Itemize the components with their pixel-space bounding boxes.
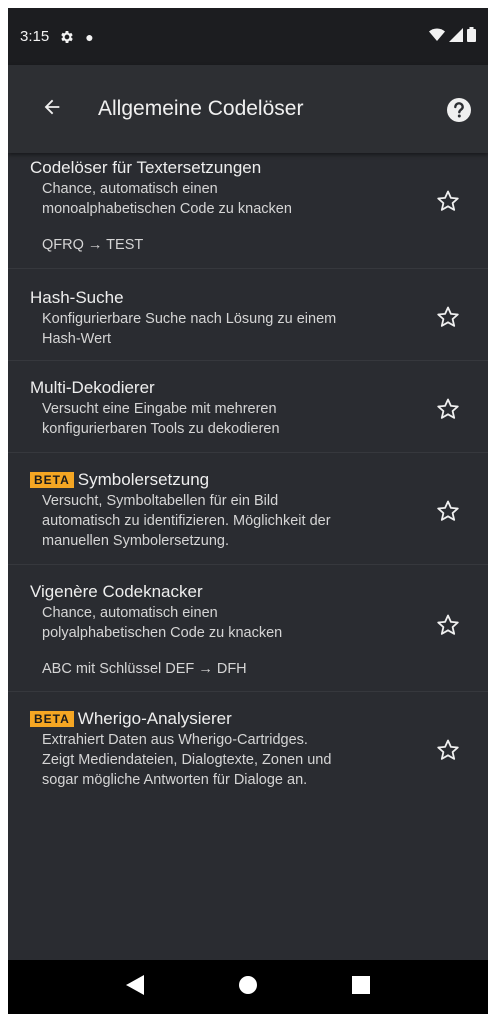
back-button[interactable] <box>30 87 74 131</box>
list-item-textersetzungen[interactable]: Codelöser für Textersetzungen Chance, au… <box>8 153 488 269</box>
status-time: 3:15 <box>20 28 50 45</box>
nav-home-button[interactable] <box>233 972 263 1002</box>
item-title: BETA Wherigo-Analysierer <box>30 708 418 730</box>
star-icon[interactable] <box>436 189 460 213</box>
list-item-vigenere[interactable]: Vigenère Codeknacker Chance, automatisch… <box>8 565 488 692</box>
list-item-wherigo[interactable]: BETA Wherigo-Analysierer Extrahiert Date… <box>8 692 488 812</box>
item-description: Versucht eine Eingabe mit mehreren konfi… <box>42 401 280 437</box>
notification-dot-icon: ● <box>85 28 94 45</box>
arrow-left-icon <box>41 96 63 123</box>
item-title: Hash-Suche <box>30 288 124 307</box>
item-title: Vigenère Codeknacker <box>30 582 203 601</box>
item-description: Versucht, Symboltabellen für ein Bild au… <box>42 493 331 549</box>
page-title: Allgemeine Codelöser <box>98 97 304 120</box>
home-circle-icon <box>238 975 258 1000</box>
star-icon[interactable] <box>436 499 460 523</box>
item-example: ABC mit Schlüssel DEF → DFH <box>42 661 247 677</box>
list-item-hash-suche[interactable]: Hash-Suche Konfigurierbare Suche nach Lö… <box>8 269 488 361</box>
list-item-multi-dekodierer[interactable]: Multi-Dekodierer Versucht eine Eingabe m… <box>8 361 488 453</box>
battery-icon <box>467 27 476 46</box>
item-description: Konfigurierbare Suche nach Lösung zu ein… <box>42 311 337 347</box>
help-circle-icon <box>446 98 472 127</box>
nav-back-button[interactable] <box>120 972 150 1002</box>
wifi-icon <box>429 28 445 46</box>
solver-list: Codelöser für Textersetzungen Chance, au… <box>8 153 488 812</box>
item-title: Multi-Dekodierer <box>30 378 155 397</box>
star-icon[interactable] <box>436 397 460 421</box>
system-nav-bar <box>8 960 488 1014</box>
beta-badge: BETA <box>30 711 74 727</box>
gear-icon <box>59 29 75 45</box>
cell-signal-icon <box>449 27 463 46</box>
item-example: QFRQ → TEST <box>42 237 144 253</box>
beta-badge: BETA <box>30 472 74 488</box>
item-description: Chance, automatisch einen monoalphabetis… <box>42 181 292 217</box>
item-description: Chance, automatisch einen polyalphabetis… <box>42 605 283 641</box>
help-button[interactable] <box>446 97 472 123</box>
item-title: Codelöser für Textersetzungen <box>30 158 262 177</box>
star-icon[interactable] <box>436 738 460 762</box>
back-triangle-icon <box>125 974 144 1000</box>
star-icon[interactable] <box>436 613 460 637</box>
item-description: Extrahiert Daten aus Wherigo-Cartridges.… <box>42 732 332 788</box>
app-screen: 3:15 ● Allgemeine Codelöser Codelöser fü… <box>8 8 488 1014</box>
list-item-symbolersetzung[interactable]: BETA Symbolersetzung Versucht, Symboltab… <box>8 453 488 565</box>
item-title: BETA Symbolersetzung <box>30 469 418 491</box>
star-icon[interactable] <box>436 305 460 329</box>
status-bar: 3:15 ● <box>8 8 488 65</box>
nav-recents-button[interactable] <box>346 972 376 1002</box>
app-bar: Allgemeine Codelöser <box>8 65 488 153</box>
recents-square-icon <box>352 975 371 999</box>
